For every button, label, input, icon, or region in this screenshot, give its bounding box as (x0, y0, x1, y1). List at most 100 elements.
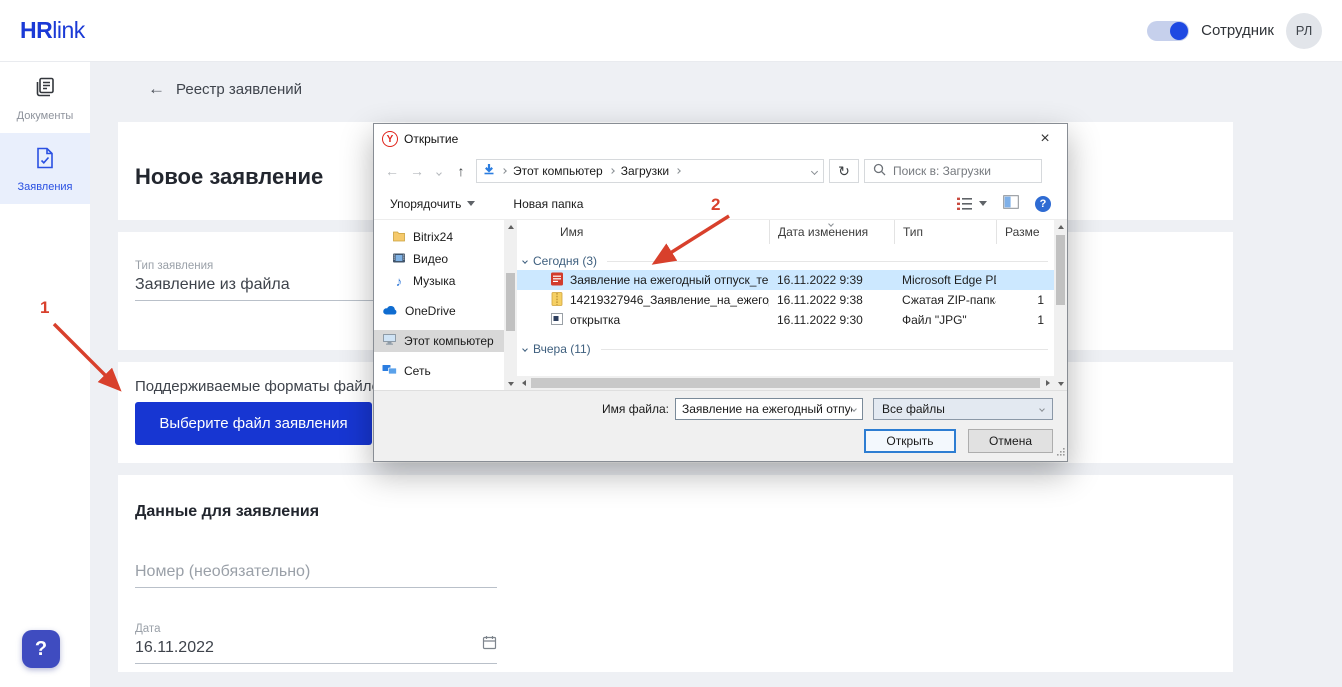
tree-scrollbar-thumb[interactable] (506, 273, 515, 331)
application-window: HRlink Сотрудник РЛ Документы Заявления … (0, 0, 1342, 687)
dialog-title: Открытие (404, 132, 458, 146)
role-label: Сотрудник (1201, 22, 1274, 39)
tree-item-music[interactable]: ♪ Музыка (374, 270, 504, 292)
nav-back-button[interactable]: ← (382, 163, 402, 179)
date-field-label: Дата (135, 623, 497, 635)
preview-pane-button[interactable] (1003, 195, 1019, 212)
number-input[interactable]: Номер (необязательно) (135, 563, 497, 588)
topbar-right-controls: Сотрудник РЛ (1147, 13, 1322, 49)
file-type: Сжатая ZIP-папка (894, 293, 996, 307)
back-arrow-icon: ← (148, 79, 165, 99)
nav-forward-button[interactable]: → (407, 163, 427, 179)
file-open-dialog: Y Открытие × ← → ↑ Этот компьютер Загруз… (373, 123, 1068, 462)
avatar[interactable]: РЛ (1286, 13, 1322, 49)
scroll-down-icon[interactable] (504, 377, 517, 390)
date-input[interactable]: Дата 16.11.2022 (135, 623, 497, 664)
filetype-value: Все файлы (882, 402, 1040, 416)
new-folder-button[interactable]: Новая папка (513, 197, 583, 211)
scroll-down-icon[interactable] (1054, 377, 1067, 390)
column-header-date[interactable]: Дата изменения (769, 220, 894, 244)
tree-item-label: Музыка (413, 274, 455, 288)
column-header-name[interactable]: Имя (517, 220, 769, 244)
tree-item-label: Видео (413, 252, 448, 266)
scroll-up-icon[interactable] (1054, 220, 1067, 233)
recent-locations-dropdown[interactable] (432, 164, 446, 178)
nav-up-button[interactable]: ↑ (451, 163, 471, 179)
details-view-button[interactable] (956, 197, 987, 211)
downloads-folder-icon (483, 163, 495, 179)
computer-icon (382, 333, 397, 349)
column-header-type[interactable]: Тип (894, 220, 996, 244)
filetype-select[interactable]: Все файлы (873, 398, 1053, 420)
close-icon[interactable]: × (1023, 125, 1067, 154)
file-date: 16.11.2022 9:38 (769, 293, 894, 307)
sidebar-item-applications[interactable]: Заявления (0, 133, 90, 204)
filename-dropdown-icon[interactable] (851, 406, 857, 412)
back-link[interactable]: ← Реестр заявлений (148, 79, 302, 99)
filename-label: Имя файла: (374, 402, 669, 416)
tree-item-bitrix24[interactable]: Bitrix24 (374, 226, 504, 248)
back-link-label: Реестр заявлений (176, 81, 302, 98)
tree-item-onedrive[interactable]: OneDrive (374, 300, 504, 322)
filetype-dropdown-icon (1039, 406, 1045, 412)
refresh-button[interactable]: ↻ (829, 159, 859, 183)
hrlink-logo[interactable]: HRlink (20, 17, 85, 44)
organize-menu[interactable]: Упорядочить (390, 197, 475, 211)
logo-hr-part: HR (20, 17, 52, 43)
tree-item-this-pc[interactable]: Этот компьютер (374, 330, 504, 352)
dialog-help-button[interactable]: ? (1035, 196, 1051, 212)
choose-file-button[interactable]: Выберите файл заявления (135, 402, 372, 445)
file-date: 16.11.2022 9:39 (769, 273, 894, 287)
data-section-title: Данные для заявления (135, 503, 319, 521)
toggle-knob (1170, 22, 1188, 40)
file-row-zip[interactable]: 14219327946_Заявление_на_ежегодны... 16.… (517, 290, 1054, 310)
cancel-button[interactable]: Отмена (968, 429, 1053, 453)
group-header-today[interactable]: Сегодня (3) (517, 252, 1054, 270)
file-row-jpg[interactable]: открытка 16.11.2022 9:30 Файл "JPG" 1 (517, 310, 1054, 330)
dialog-title-bar[interactable]: Y Открытие × (374, 124, 1067, 154)
address-bar[interactable]: Этот компьютер Загрузки (476, 159, 824, 183)
cloud-icon (382, 304, 398, 319)
tree-scrollbar[interactable] (504, 220, 517, 390)
scroll-right-icon[interactable] (1041, 376, 1054, 390)
help-button[interactable]: ? (22, 630, 60, 668)
image-file-icon (550, 312, 564, 329)
scroll-up-icon[interactable] (504, 220, 517, 233)
number-placeholder: Номер (необязательно) (135, 563, 497, 581)
column-header-size[interactable]: Разме (996, 220, 1054, 244)
folder-tree: Bitrix24 Видео ♪ Музыка OneDrive Этот ко… (374, 220, 504, 390)
role-toggle[interactable] (1147, 21, 1189, 41)
organize-caret-icon (467, 201, 475, 206)
search-icon (873, 163, 886, 179)
calendar-icon[interactable] (482, 635, 497, 655)
group-header-yesterday[interactable]: Вчера (11) (517, 340, 1054, 358)
documents-icon (33, 75, 57, 104)
list-scrollbar-thumb[interactable] (1056, 235, 1065, 305)
file-date: 16.11.2022 9:30 (769, 313, 894, 327)
search-input[interactable]: Поиск в: Загрузки (864, 159, 1042, 183)
group-collapse-icon (522, 346, 528, 352)
file-size: 1 (996, 313, 1054, 327)
search-placeholder: Поиск в: Загрузки (893, 164, 991, 178)
top-bar: HRlink Сотрудник РЛ (0, 0, 1342, 62)
tree-item-video[interactable]: Видео (374, 248, 504, 270)
file-size: 1 (996, 293, 1054, 307)
horizontal-scrollbar[interactable] (517, 376, 1054, 390)
tree-item-network[interactable]: Сеть (374, 360, 504, 382)
list-scrollbar[interactable] (1054, 220, 1067, 390)
file-list-header: Имя Дата изменения Тип Разме (517, 220, 1054, 244)
application-data-panel: Данные для заявления Номер (необязательн… (118, 475, 1233, 672)
address-dropdown-icon[interactable] (811, 167, 818, 174)
horizontal-scrollbar-thumb[interactable] (531, 378, 1040, 388)
tree-item-label: Bitrix24 (413, 230, 453, 244)
sidebar-item-documents[interactable]: Документы (0, 62, 90, 133)
application-doc-icon (34, 146, 56, 175)
filename-input[interactable]: Заявление на ежегодный отпуск_тест (675, 398, 863, 420)
open-button[interactable]: Открыть (864, 429, 956, 453)
scroll-left-icon[interactable] (517, 376, 530, 390)
breadcrumb-folder[interactable]: Загрузки (621, 164, 669, 178)
resize-grip[interactable] (1056, 445, 1065, 459)
breadcrumb-root[interactable]: Этот компьютер (513, 164, 603, 178)
file-row-pdf[interactable]: Заявление на ежегодный отпуск_тест 16.11… (517, 270, 1054, 290)
file-list: Имя Дата изменения Тип Разме Сегодня (3)… (517, 220, 1054, 390)
